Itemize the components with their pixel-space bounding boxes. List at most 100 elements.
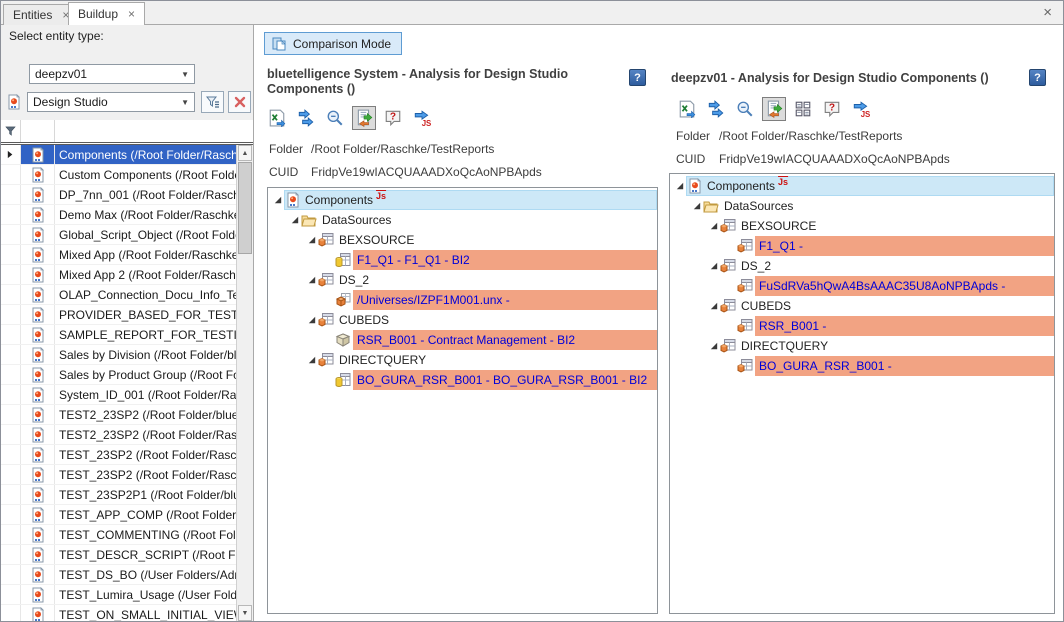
- tree-node-directquery[interactable]: DIRECTQUERY: [268, 350, 657, 370]
- zoom-out-button[interactable]: [733, 97, 757, 121]
- filter-cell-name-col[interactable]: [55, 120, 253, 142]
- tree-node-f1q1[interactable]: F1_Q1 - F1_Q1 - BI2: [268, 250, 657, 270]
- list-item[interactable]: Global_Script_Object (/Root Folder/R: [1, 225, 236, 245]
- compare-documents-button[interactable]: [762, 97, 786, 121]
- filter-editor-button[interactable]: [201, 91, 224, 113]
- zoom-out-icon: [736, 100, 754, 118]
- list-item[interactable]: TEST_DS_BO (/User Folders/Administ: [1, 565, 236, 585]
- close-icon[interactable]: ×: [1043, 4, 1052, 21]
- design-studio-app-icon: [21, 565, 55, 584]
- excel-export-icon: [678, 100, 696, 118]
- scrollbar-down-button[interactable]: ▼: [238, 605, 252, 621]
- list-item[interactable]: TEST2_23SP2 (/Root Folder/bluetellig: [1, 405, 236, 425]
- system-dropdown[interactable]: deepzv01 ▼: [29, 64, 195, 84]
- list-item[interactable]: TEST_Lumira_Usage (/User Folders/A: [1, 585, 236, 605]
- list-item[interactable]: TEST2_23SP2 (/Root Folder/Raschke,: [1, 425, 236, 445]
- tree-node-directquery[interactable]: DIRECTQUERY: [670, 336, 1054, 356]
- tree-node-bogura[interactable]: BO_GURA_RSR_B001 -: [670, 356, 1054, 376]
- expand-triangle-icon[interactable]: [306, 316, 318, 324]
- tree-node-rsrb001[interactable]: RSR_B001 - Contract Management - BI2: [268, 330, 657, 350]
- expand-triangle-icon[interactable]: [708, 222, 720, 230]
- tree-node-bexsource[interactable]: BEXSOURCE: [670, 216, 1054, 236]
- tree-node-f1q1[interactable]: F1_Q1 -: [670, 236, 1054, 256]
- scrollbar-thumb[interactable]: [238, 162, 252, 254]
- list-scrollbar[interactable]: ▲ ▼: [236, 145, 253, 621]
- help-button[interactable]: ?: [629, 69, 646, 86]
- changed-node-highlight: BO_GURA_RSR_B001 -: [755, 356, 1054, 376]
- list-item[interactable]: OLAP_Connection_Docu_Info_Test (/: [1, 285, 236, 305]
- filter-funnel-cell[interactable]: [1, 120, 21, 142]
- excel-export-icon: [268, 109, 286, 127]
- tree-node-bexsource[interactable]: BEXSOURCE: [268, 230, 657, 250]
- tree-node-cuid-leaf[interactable]: FuSdRVa5hQwA4BsAAAC35U8AoNPBApds -: [670, 276, 1054, 296]
- tree-node-bogura[interactable]: BO_GURA_RSR_B001 - BO_GURA_RSR_B001 - BI…: [268, 370, 657, 390]
- tree-node-cubeds[interactable]: CUBEDS: [670, 296, 1054, 316]
- list-item[interactable]: Sales by Product Group (/Root Folder: [1, 365, 236, 385]
- list-item[interactable]: PROVIDER_BASED_FOR_TESTING (/F: [1, 305, 236, 325]
- help-button[interactable]: ?: [1029, 69, 1046, 86]
- filter-cell-icon-col[interactable]: [21, 120, 55, 142]
- tree-node-datasources[interactable]: DataSources: [268, 210, 657, 230]
- tree-node-ds2[interactable]: DS_2: [670, 256, 1054, 276]
- transfer-button[interactable]: [704, 97, 728, 121]
- tab-buildup[interactable]: Buildup ×: [68, 2, 145, 25]
- list-item[interactable]: SAMPLE_REPORT_FOR_TESTING_M (: [1, 325, 236, 345]
- list-item[interactable]: TEST_COMMENTING (/Root Folder/bl: [1, 525, 236, 545]
- design-studio-app-icon: [21, 405, 55, 424]
- comparison-mode-button[interactable]: Comparison Mode: [264, 32, 402, 55]
- design-studio-app-icon: [21, 545, 55, 564]
- expand-triangle-icon[interactable]: [708, 262, 720, 270]
- list-item[interactable]: Mixed App 2 (/Root Folder/Raschke/D: [1, 265, 236, 285]
- datasource-icon: [318, 312, 336, 328]
- entity-type-dropdown[interactable]: Design Studio ▼: [27, 92, 195, 112]
- list-item[interactable]: DP_7nn_001 (/Root Folder/Raschke/T: [1, 185, 236, 205]
- compare-documents-button[interactable]: [352, 106, 376, 130]
- excel-export-button[interactable]: [675, 97, 699, 121]
- grid-view-button[interactable]: [791, 97, 815, 121]
- list-item[interactable]: TEST_APP_COMP (/Root Folder/bluet: [1, 505, 236, 525]
- tree-node-cubeds[interactable]: CUBEDS: [268, 310, 657, 330]
- list-item[interactable]: TEST_23SP2P1 (/Root Folder/bluetelli: [1, 485, 236, 505]
- grid-filter-row[interactable]: [1, 120, 253, 142]
- expand-triangle-icon[interactable]: [708, 302, 720, 310]
- js-transfer-button[interactable]: [849, 97, 873, 121]
- expand-triangle-icon[interactable]: [289, 216, 301, 224]
- expand-triangle-icon[interactable]: [306, 236, 318, 244]
- excel-export-button[interactable]: [265, 106, 289, 130]
- expand-triangle-icon[interactable]: [674, 182, 686, 190]
- expand-triangle-icon[interactable]: [691, 202, 703, 210]
- zoom-out-button[interactable]: [323, 106, 347, 130]
- list-item[interactable]: Demo Max (/Root Folder/Raschke): [1, 205, 236, 225]
- tree-node-rsrb001[interactable]: RSR_B001 -: [670, 316, 1054, 336]
- comment-button[interactable]: [820, 97, 844, 121]
- design-studio-app-icon: [6, 94, 22, 110]
- tree-node-components[interactable]: Components Js: [268, 190, 657, 210]
- tab-strip: Entities × Buildup × ×: [1, 1, 1063, 25]
- design-studio-app-icon: [21, 465, 55, 484]
- list-item[interactable]: System_ID_001 (/Root Folder/Raschk: [1, 385, 236, 405]
- clear-filter-button[interactable]: [228, 91, 251, 113]
- expand-triangle-icon[interactable]: [306, 276, 318, 284]
- list-item[interactable]: TEST_23SP2 (/Root Folder/Raschke/D: [1, 445, 236, 465]
- list-item[interactable]: Sales by Division (/Root Folder/bluete: [1, 345, 236, 365]
- tree-node-datasources[interactable]: DataSources: [670, 196, 1054, 216]
- expand-triangle-icon[interactable]: [306, 356, 318, 364]
- transfer-button[interactable]: [294, 106, 318, 130]
- tree-node-universe[interactable]: /Universes/IZPF1M001.unx -: [268, 290, 657, 310]
- js-transfer-button[interactable]: [410, 106, 434, 130]
- list-item[interactable]: Components (/Root Folder/Raschke/T: [1, 145, 236, 165]
- tree-node-components[interactable]: Components Js: [670, 176, 1054, 196]
- tree-node-ds2[interactable]: DS_2: [268, 270, 657, 290]
- expand-triangle-icon[interactable]: [272, 196, 284, 204]
- list-item[interactable]: TEST_DESCR_SCRIPT (/Root Folder/F: [1, 545, 236, 565]
- funnel-lines-icon: [205, 94, 221, 110]
- list-item[interactable]: TEST_23SP2 (/Root Folder/Raschke/L: [1, 465, 236, 485]
- tab-close-icon[interactable]: ×: [128, 8, 135, 20]
- list-item[interactable]: Mixed App (/Root Folder/Raschke/De: [1, 245, 236, 265]
- comment-button[interactable]: [381, 106, 405, 130]
- expand-triangle-icon[interactable]: [708, 342, 720, 350]
- cuid-value: FridpVe19wIACQUAAADXoQcAoNPBApds: [311, 165, 542, 179]
- scrollbar-up-button[interactable]: ▲: [238, 145, 252, 161]
- list-item[interactable]: Custom Components (/Root Folder/Ra: [1, 165, 236, 185]
- list-item[interactable]: TEST_ON_SMALL_INITIAL_VIEW (/Rc: [1, 605, 236, 621]
